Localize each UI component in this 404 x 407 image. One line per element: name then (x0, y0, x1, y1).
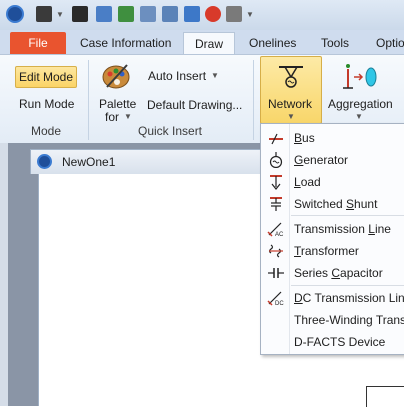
menu-item-label: D-FACTS Device (294, 335, 386, 349)
aggregation-button-label[interactable]: Aggregation (328, 97, 393, 111)
palette-button-label[interactable]: Palette (99, 97, 136, 111)
tab-file[interactable]: File (10, 32, 66, 54)
chevron-down-icon[interactable]: ▼ (124, 112, 132, 121)
network-icon (279, 66, 303, 88)
network-button-label: Network (268, 97, 313, 111)
grid-icon[interactable] (118, 6, 134, 22)
menu-item-label: Load (294, 175, 321, 189)
network-button[interactable]: Network ▼ (260, 56, 322, 124)
document-icon[interactable] (140, 6, 156, 22)
run-mode-button[interactable]: Run Mode (19, 97, 74, 111)
series-capacitor-icon (268, 268, 284, 278)
menu-separator (291, 215, 404, 216)
mode-group-label: Mode (31, 124, 62, 138)
menu-item-transmission-line[interactable]: AC Transmission Line (261, 218, 404, 240)
switched-shunt-icon (270, 197, 282, 211)
menu-item-label: Three-Winding Transf (294, 313, 404, 327)
menu-item-series-capacitor[interactable]: Series Capacitor (261, 262, 404, 284)
menu-item-label: Switched Shunt (294, 197, 378, 211)
canvas-object[interactable] (366, 386, 404, 407)
bus-icon (269, 133, 283, 145)
menu-item-label: Transmission Line (294, 222, 391, 236)
tab-options[interactable]: Optio (376, 32, 404, 54)
tab-tools[interactable]: Tools (321, 32, 349, 54)
menu-item-generator[interactable]: Generator (261, 149, 404, 171)
menu-item-label: DC Transmission Line (294, 291, 404, 305)
chevron-down-icon: ▼ (287, 112, 295, 121)
svg-text:DC: DC (275, 301, 284, 306)
menu-separator (291, 285, 404, 286)
edit-mode-button[interactable]: Edit Mode (15, 66, 77, 88)
load-icon (270, 175, 282, 190)
chevron-down-icon[interactable]: ▼ (355, 112, 363, 121)
transmission-line-icon: AC (267, 222, 284, 237)
left-panel-strip (0, 143, 8, 406)
auto-insert-button[interactable]: Auto Insert (148, 69, 206, 83)
network-dropdown-menu: Bus Generator Load Switched Shunt AC Tra… (260, 123, 404, 355)
document-window-titlebar[interactable]: NewOne1 (30, 149, 262, 174)
group-divider (88, 60, 89, 140)
menu-item-three-winding-transformer[interactable]: Three-Winding Transf (261, 309, 404, 331)
quick-insert-group-label: Quick Insert (138, 124, 203, 138)
menu-item-label: Series Capacitor (294, 266, 383, 280)
abc-label-icon[interactable] (72, 6, 88, 22)
app-logo-icon[interactable] (6, 5, 24, 23)
transformer-icon (268, 244, 283, 258)
menu-item-transformer[interactable]: Transformer (261, 240, 404, 262)
aggregation-icon[interactable] (340, 62, 380, 94)
chevron-down-icon[interactable]: ▼ (246, 10, 254, 19)
database-icon[interactable] (96, 6, 112, 22)
svg-text:AC: AC (275, 232, 284, 237)
palette-icon[interactable] (101, 61, 131, 91)
menu-item-load[interactable]: Load (261, 171, 404, 193)
ribbon-tabs: File Case Information Draw Onelines Tool… (0, 30, 404, 56)
table-icon[interactable] (162, 6, 178, 22)
group-divider (253, 60, 254, 140)
chevron-down-icon[interactable]: ▼ (211, 71, 219, 80)
menu-item-label: Generator (294, 153, 349, 167)
quick-access-toolbar: ▼ ▼ (0, 0, 404, 31)
menu-item-label: Bus (294, 131, 315, 145)
chevron-down-icon[interactable]: ▼ (56, 10, 64, 19)
menu-item-bus[interactable]: Bus (261, 127, 404, 149)
menu-item-switched-shunt[interactable]: Switched Shunt (261, 193, 404, 215)
menu-item-dc-transmission-line[interactable]: DC DC Transmission Line (261, 287, 404, 309)
close-icon[interactable] (205, 6, 221, 22)
new-case-icon[interactable] (36, 6, 52, 22)
default-drawing-button[interactable]: Default Drawing... (147, 98, 242, 112)
generator-icon (269, 152, 283, 168)
calculator-icon[interactable] (184, 6, 200, 22)
oneline-icon (37, 154, 52, 169)
document-title: NewOne1 (62, 155, 116, 169)
tab-onelines[interactable]: Onelines (249, 32, 296, 54)
dc-transmission-line-icon: DC (267, 291, 284, 306)
menu-item-dfacts-device[interactable]: D-FACTS Device (261, 331, 404, 353)
tab-draw[interactable]: Draw (183, 32, 235, 56)
palette-for-label[interactable]: for (105, 110, 119, 124)
settings-icon[interactable] (226, 6, 242, 22)
menu-item-label: Transformer (294, 244, 359, 258)
tab-case-information[interactable]: Case Information (80, 32, 171, 54)
